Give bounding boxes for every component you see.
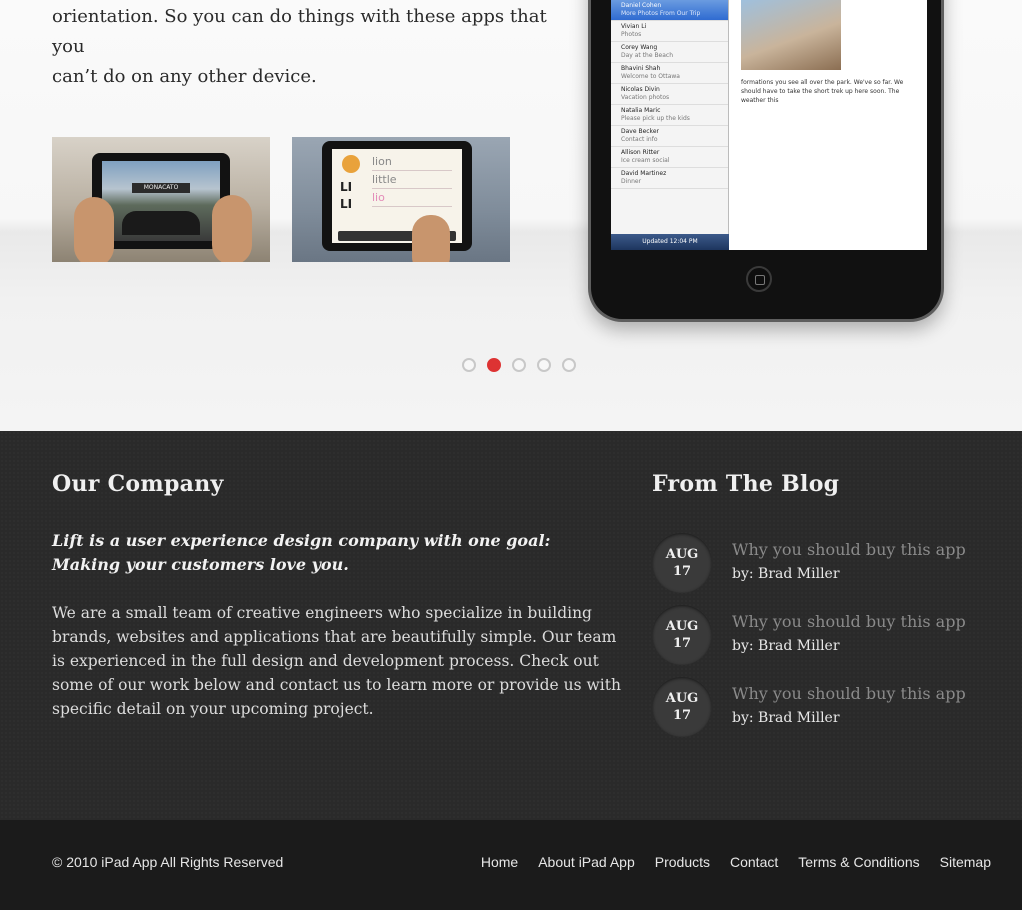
post-title-link[interactable]: Why you should buy this app: [732, 540, 966, 559]
learning-app-thumbnail[interactable]: LI LI lion little lio: [292, 137, 510, 262]
site-footer: © 2010 iPad App All Rights Reserved Home…: [0, 820, 1022, 910]
mail-list-item[interactable]: Natalia Maric Please pick up the kids: [611, 105, 728, 126]
pointing-hand: [412, 215, 450, 262]
mail-list-item[interactable]: David Martinez Dinner: [611, 168, 728, 189]
mail-subject: Ice cream social: [621, 157, 670, 164]
letter-block: LI: [340, 180, 353, 194]
game-screen: MONACATO: [102, 161, 220, 241]
post-day: 17: [672, 564, 692, 579]
track-sign: MONACATO: [132, 183, 190, 193]
slider-pagination: [462, 358, 576, 372]
post-day: 17: [672, 636, 692, 651]
mail-subject: Dinner: [621, 178, 642, 185]
mail-app-screen: Daniel Cohen More Photos From Our Trip Viv…: [611, 0, 927, 250]
mail-sender: Nicolas Divin: [621, 86, 660, 93]
mail-message-list: Daniel Cohen More Photos From Our Trip Viv…: [611, 0, 729, 250]
post-month: AUG: [665, 691, 699, 706]
mail-sender: Natalia Maric: [621, 107, 661, 114]
post-author: by: Brad Miller: [732, 710, 840, 726]
mail-list-item[interactable]: Nicolas Divin Vacation photos: [611, 84, 728, 105]
mail-sender: David Martinez: [621, 170, 667, 177]
mail-sender: Dave Becker: [621, 128, 659, 135]
left-hand: [74, 197, 114, 262]
footer-nav: Home About iPad App Products Contact Ter…: [481, 854, 991, 870]
mail-subject: Photos: [621, 31, 642, 38]
footer-link-sitemap[interactable]: Sitemap: [940, 854, 991, 870]
post-month: AUG: [665, 619, 699, 634]
mail-subject: More Photos From Our Trip: [621, 10, 701, 17]
mail-subject: Day at the Beach: [621, 52, 674, 59]
post-date-badge: AUG 17: [652, 677, 712, 737]
mail-list-item[interactable]: Corey Wang Day at the Beach: [611, 42, 728, 63]
mail-sender: Vivian Li: [621, 23, 647, 30]
hero-section: orientation. So you can do things with t…: [0, 0, 1022, 431]
footer-link-contact[interactable]: Contact: [730, 854, 778, 870]
mail-subject: Contact info: [621, 136, 658, 143]
slider-dot-5[interactable]: [562, 358, 576, 372]
mail-body-text: formations you see all over the park. We…: [741, 79, 904, 104]
mail-subject: Vacation photos: [621, 94, 670, 101]
copyright-text: © 2010 iPad App All Rights Reserved: [52, 854, 284, 870]
word-line: little: [372, 171, 452, 189]
company-heading: Our Company: [52, 471, 224, 497]
ipad-device-image: Daniel Cohen More Photos From Our Trip Viv…: [588, 0, 944, 322]
footer-link-terms[interactable]: Terms & Conditions: [798, 854, 919, 870]
hero-description: orientation. So you can do things with t…: [52, 2, 572, 92]
blog-heading: From The Blog: [652, 471, 840, 497]
mail-photo-attachment: [741, 0, 841, 70]
slider-dot-3[interactable]: [512, 358, 526, 372]
company-section: Our Company Lift is a user experience de…: [0, 431, 1022, 820]
footer-link-products[interactable]: Products: [655, 854, 710, 870]
mail-sender: Bhavini Shah: [621, 65, 661, 72]
letter-blocks: LI LI: [340, 179, 352, 213]
post-title-link[interactable]: Why you should buy this app: [732, 684, 966, 703]
mail-list-item[interactable]: Allison Ritter Ice cream social: [611, 147, 728, 168]
slider-dot-4[interactable]: [537, 358, 551, 372]
mail-list-item[interactable]: Dave Becker Contact info: [611, 126, 728, 147]
home-button-icon: [746, 266, 772, 292]
mail-status-bar: Updated 12:04 PM: [611, 234, 729, 250]
mail-subject: Welcome to Ottawa: [621, 73, 680, 80]
blog-post-list: AUG 17 Why you should buy this app by: B…: [652, 533, 992, 749]
post-day: 17: [672, 708, 692, 723]
post-date-badge: AUG 17: [652, 533, 712, 593]
post-title-link[interactable]: Why you should buy this app: [732, 612, 966, 631]
post-author: by: Brad Miller: [732, 566, 840, 582]
mail-list-item[interactable]: Vivian Li Photos: [611, 21, 728, 42]
hero-text-line-1: orientation. So you can do things with t…: [52, 6, 547, 57]
lion-icon: [342, 155, 360, 173]
footer-link-about[interactable]: About iPad App: [538, 854, 635, 870]
word-line: lio: [372, 189, 452, 207]
company-description: We are a small team of creative engineer…: [52, 604, 621, 718]
blog-post: AUG 17 Why you should buy this app by: B…: [652, 533, 992, 605]
hero-text-line-2: can’t do on any other device.: [52, 66, 317, 87]
footer-link-home[interactable]: Home: [481, 854, 518, 870]
mail-list-item[interactable]: Daniel Cohen More Photos From Our Trip: [611, 0, 728, 21]
slider-dot-2[interactable]: [487, 358, 501, 372]
mail-sender: Allison Ritter: [621, 149, 660, 156]
post-month: AUG: [665, 547, 699, 562]
slider-dot-1[interactable]: [462, 358, 476, 372]
mail-subject: Please pick up the kids: [621, 115, 690, 122]
mail-sender: Corey Wang: [621, 44, 658, 51]
racing-game-thumbnail[interactable]: MONACATO: [52, 137, 270, 262]
letter-block: LI: [340, 197, 353, 211]
mail-sender: Daniel Cohen: [621, 2, 662, 9]
practice-words: lion little lio: [372, 153, 452, 207]
right-hand: [212, 195, 252, 262]
mail-list-item[interactable]: Bhavini Shah Welcome to Ottawa: [611, 63, 728, 84]
word-line: lion: [372, 153, 452, 171]
blog-post: AUG 17 Why you should buy this app by: B…: [652, 677, 992, 749]
company-tagline: Lift is a user experience design company…: [52, 531, 551, 574]
car-cockpit: [122, 211, 200, 235]
blog-post: AUG 17 Why you should buy this app by: B…: [652, 605, 992, 677]
post-date-badge: AUG 17: [652, 605, 712, 665]
post-author: by: Brad Miller: [732, 638, 840, 654]
